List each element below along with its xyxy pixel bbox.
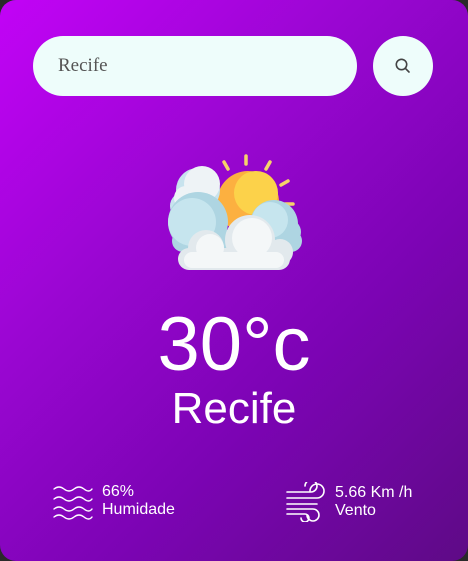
weather-card: 30°c Recife 66% Humidade [0,0,468,561]
wind-info: 5.66 Km /h Vento [285,482,412,522]
search-button[interactable] [373,36,433,96]
city-name: Recife [171,384,297,433]
search-input[interactable] [33,36,357,96]
partly-cloudy-icon [168,154,302,270]
temperature: 30°c [157,302,311,387]
search-bar [33,36,433,96]
wind-icon [286,482,325,522]
humidity-label: Humidade [102,501,175,518]
wind-value: 5.66 Km /h [335,484,413,501]
humidity-value: 66% [102,483,135,500]
humidity-waves-icon [53,486,93,520]
wind-label: Vento [335,502,376,519]
search-icon [395,58,410,73]
humidity-info: 66% Humidade [52,482,175,520]
